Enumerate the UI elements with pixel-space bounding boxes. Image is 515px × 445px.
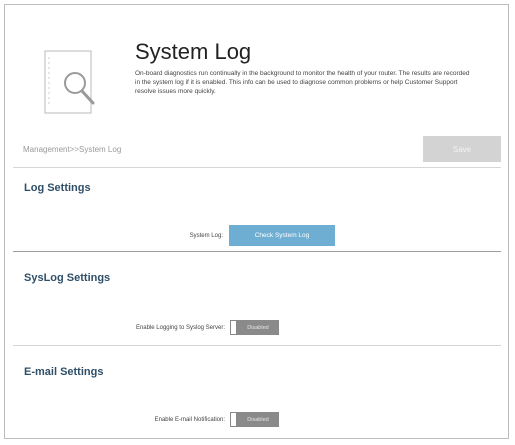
page-description: On-board diagnostics run continually in …: [135, 70, 470, 95]
header-divider: [13, 167, 501, 168]
toggle-state: Disabled: [237, 320, 279, 335]
log-settings-title: Log Settings: [24, 182, 91, 194]
email-toggle[interactable]: Disabled: [230, 412, 279, 427]
section-divider: [13, 345, 501, 346]
notebook-magnifier-icon: [44, 50, 95, 114]
toggle-knob[interactable]: [230, 320, 237, 335]
page-title: System Log: [135, 39, 252, 64]
email-enable-label: Enable E-mail Notification:: [154, 417, 225, 423]
check-system-log-button[interactable]: Check System Log: [229, 225, 335, 246]
toggle-knob[interactable]: [230, 412, 237, 427]
save-button[interactable]: Save: [423, 136, 501, 162]
system-log-label: System Log:: [189, 233, 223, 239]
email-settings-title: E-mail Settings: [24, 366, 104, 378]
syslog-settings-title: SysLog Settings: [24, 272, 111, 284]
page-frame: System Log On-board diagnostics run cont…: [4, 4, 509, 439]
syslog-enable-label: Enable Logging to Syslog Server:: [135, 325, 225, 331]
breadcrumb: Management>>System Log: [23, 145, 122, 154]
syslog-toggle[interactable]: Disabled: [230, 320, 279, 335]
section-divider: [13, 251, 501, 252]
toggle-state: Disabled: [237, 412, 279, 427]
